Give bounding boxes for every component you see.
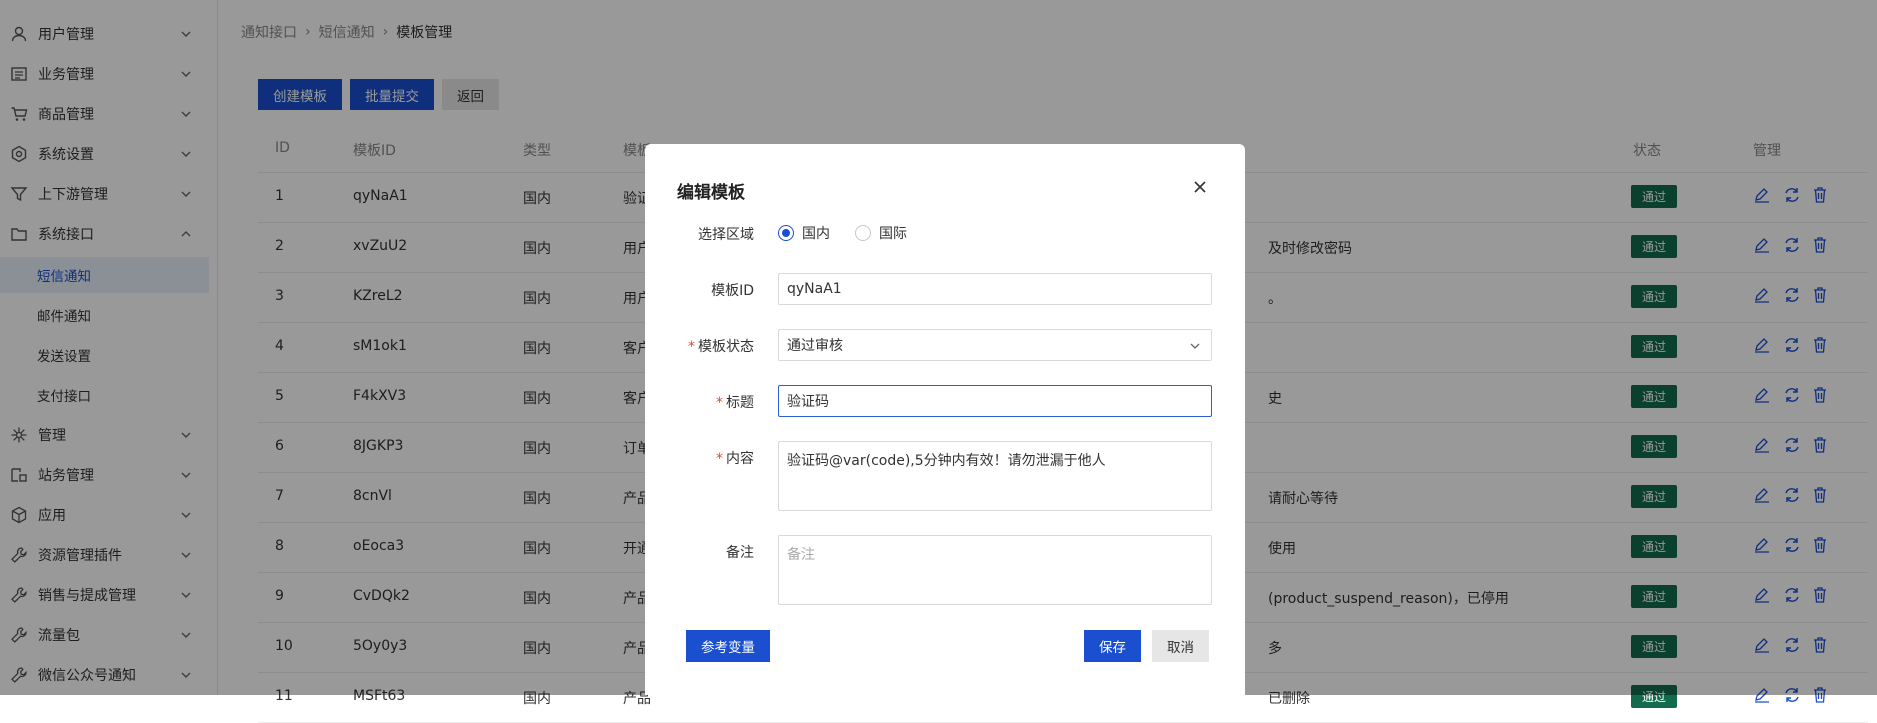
template-status-select[interactable]: 通过审核 bbox=[778, 329, 1212, 361]
label-text: 内容 bbox=[726, 451, 754, 467]
radio-label: 国际 bbox=[879, 226, 907, 242]
edit-template-dialog: 编辑模板 选择区域 国内 国际 模板ID qyNaA1 * 模板状态 通过审核 *… bbox=[645, 144, 1245, 695]
dialog-title: 编辑模板 bbox=[677, 183, 745, 203]
reference-variables-button[interactable]: 参考变量 bbox=[686, 630, 770, 662]
radio-unchecked-icon bbox=[855, 225, 871, 241]
close-icon[interactable] bbox=[1191, 178, 1209, 196]
required-asterisk: * bbox=[716, 451, 723, 467]
title-input[interactable]: 验证码 bbox=[778, 385, 1212, 417]
region-label: 选择区域 bbox=[698, 227, 754, 243]
label-text: 标题 bbox=[726, 395, 754, 411]
save-button[interactable]: 保存 bbox=[1084, 630, 1141, 662]
region-radio-international[interactable]: 国际 bbox=[855, 223, 907, 243]
label-text: 模板状态 bbox=[698, 339, 754, 355]
select-value: 通过审核 bbox=[787, 338, 843, 354]
note-textarea[interactable]: 备注 bbox=[778, 535, 1212, 605]
title-value: 验证码 bbox=[787, 394, 829, 410]
chevron-down-icon bbox=[1190, 343, 1200, 349]
content-value: 验证码@var(code),5分钟内有效！请勿泄漏于他人 bbox=[787, 453, 1106, 469]
radio-checked-icon bbox=[778, 225, 794, 241]
template-id-value: qyNaA1 bbox=[787, 281, 842, 297]
region-radio-domestic[interactable]: 国内 bbox=[778, 223, 830, 243]
title-label: * 标题 bbox=[716, 392, 754, 412]
cancel-button[interactable]: 取消 bbox=[1152, 630, 1209, 662]
radio-label: 国内 bbox=[802, 226, 830, 242]
note-placeholder: 备注 bbox=[787, 547, 815, 563]
template-id-label: 模板ID bbox=[711, 283, 754, 299]
template-status-label: * 模板状态 bbox=[688, 336, 754, 356]
required-asterisk: * bbox=[716, 395, 723, 411]
required-asterisk: * bbox=[688, 339, 695, 355]
content-textarea[interactable]: 验证码@var(code),5分钟内有效！请勿泄漏于他人 bbox=[778, 441, 1212, 511]
template-id-input[interactable]: qyNaA1 bbox=[778, 273, 1212, 305]
note-label: 备注 bbox=[726, 545, 754, 561]
content-label: * 内容 bbox=[716, 448, 754, 468]
